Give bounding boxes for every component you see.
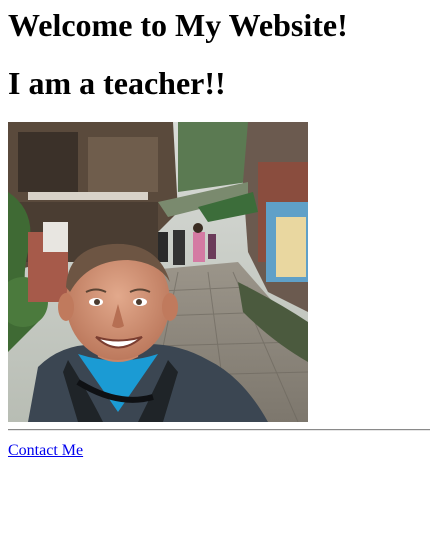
page-title: Welcome to My Website!: [8, 7, 348, 43]
page-body: Welcome to My Website! I am a teacher!!: [0, 0, 438, 534]
divider: [8, 429, 430, 431]
contact-me-link[interactable]: Contact Me: [8, 441, 83, 460]
profile-photo: [8, 122, 308, 422]
page-subtitle: I am a teacher!!: [8, 65, 226, 101]
